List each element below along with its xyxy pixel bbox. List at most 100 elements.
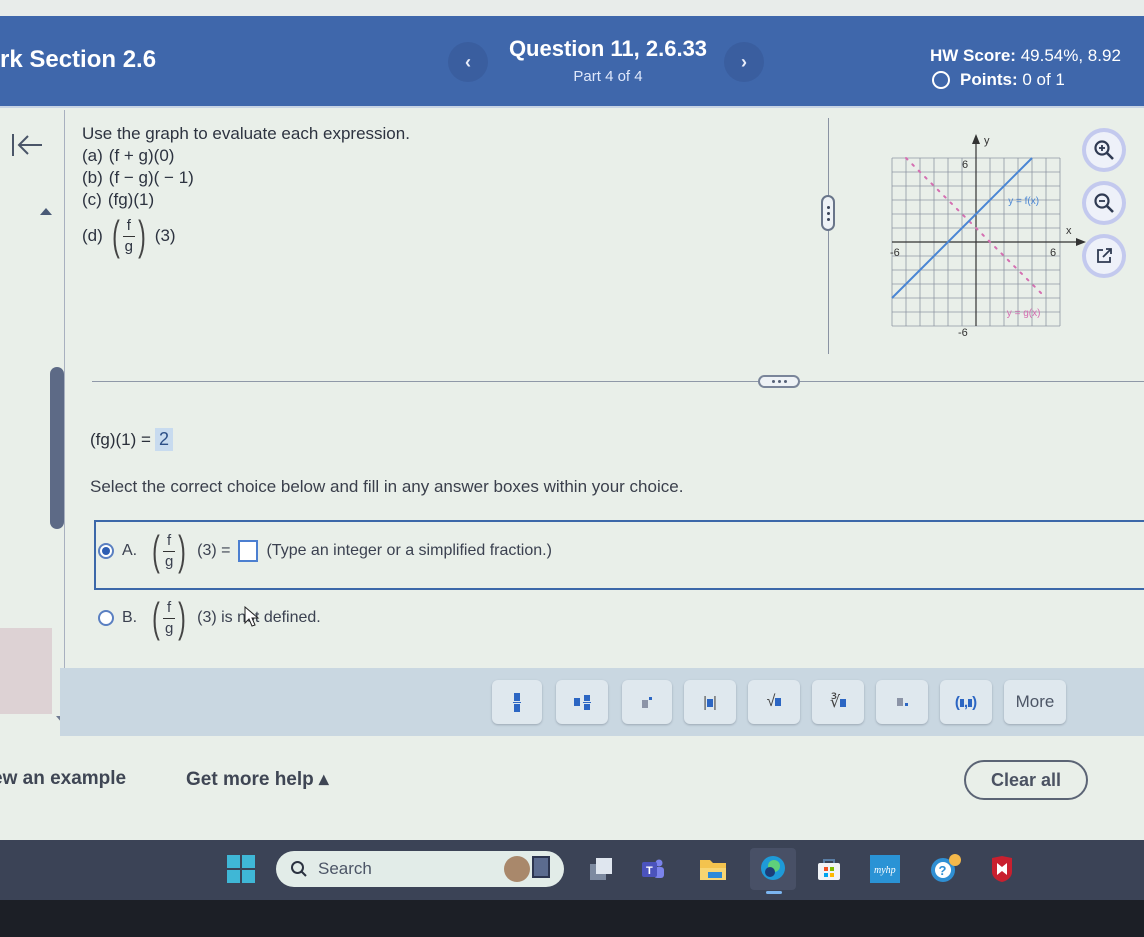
item-expression: (fg)(1)	[107, 190, 155, 209]
x-max-label: 6	[1050, 247, 1056, 259]
choice-letter: A.	[122, 542, 138, 559]
previous-answer: (fg)(1) = 2	[90, 428, 173, 451]
edge-browser-icon	[761, 856, 785, 880]
collapse-panel-icon[interactable]	[10, 130, 44, 168]
teams-button[interactable]: T	[638, 852, 668, 886]
edge-button[interactable]	[750, 848, 796, 890]
task-view-icon	[590, 858, 612, 880]
y-axis-arrow	[972, 134, 980, 144]
fraction: fg	[163, 599, 176, 637]
get-help-button[interactable]: ?	[926, 852, 966, 886]
start-button[interactable]	[224, 852, 258, 886]
more-button[interactable]: More	[1004, 680, 1066, 724]
choice-b[interactable]: B. ( fg ) (3) is not defined.	[98, 597, 321, 639]
fraction-expression: ( fg )	[149, 597, 189, 639]
exponent-icon	[642, 696, 652, 708]
zoom-out-button[interactable]	[1086, 185, 1122, 221]
answer-input[interactable]	[238, 540, 259, 562]
clear-all-button[interactable]: Clear all	[964, 760, 1088, 800]
fraction-button[interactable]	[492, 680, 542, 724]
choice-a-expression: (3) =	[197, 542, 231, 559]
choice-letter: B.	[122, 609, 138, 626]
folder-icon	[700, 860, 726, 880]
pair-close: )	[972, 693, 978, 711]
y-max-label: 6	[962, 159, 968, 171]
view-example-link[interactable]: ew an example	[0, 768, 126, 790]
x-axis-arrow	[1076, 238, 1086, 246]
chevron-left-icon: ‹	[465, 51, 471, 72]
task-view-button[interactable]	[586, 852, 616, 886]
y-axis-label: y	[984, 135, 990, 147]
square-root-button[interactable]: √	[748, 680, 800, 724]
question-item-a: (a) (f + g)(0)	[82, 145, 410, 167]
help-icon: ?	[931, 854, 961, 882]
section-title: rk Section 2.6	[0, 46, 157, 73]
decimal-button[interactable]	[876, 680, 928, 724]
left-paren: (	[111, 212, 120, 259]
popout-button[interactable]	[1086, 238, 1122, 274]
store-button[interactable]	[814, 852, 844, 886]
scrollbar-thumb[interactable]	[50, 367, 64, 529]
item-label: (b)	[82, 168, 103, 187]
horizontal-splitter	[92, 381, 1144, 382]
hw-score: HW Score: 49.54%, 8.92	[930, 46, 1121, 66]
points: Points: 0 of 1	[932, 70, 1065, 90]
left-paren: (	[152, 527, 160, 574]
fraction: fg	[163, 531, 176, 570]
square-root-icon: √	[767, 693, 782, 711]
ordered-pair-button[interactable]: (,)	[940, 680, 992, 724]
x-axis-label: x	[1066, 225, 1072, 237]
fraction-bar	[163, 617, 176, 619]
function-graph: x y -6 6 6 -6 y = f(x) y = g(x)	[890, 134, 1086, 339]
myhp-button[interactable]: myhp	[868, 852, 902, 886]
next-question-button[interactable]: ›	[724, 42, 764, 82]
denominator: g	[164, 552, 174, 570]
item-label: (a)	[82, 146, 103, 165]
nth-root-button[interactable]: ∛	[812, 680, 864, 724]
taskbar-search[interactable]: Search	[276, 851, 564, 887]
abs-bar: |	[713, 693, 717, 711]
left-divider	[64, 110, 65, 730]
search-placeholder: Search	[318, 859, 372, 878]
previous-answer-value: 2	[154, 428, 173, 451]
question-item-b: (b) (f − g)( − 1)	[82, 167, 410, 189]
right-paren: )	[178, 527, 186, 574]
choice-a-radio[interactable]	[98, 543, 114, 559]
svg-text:T: T	[646, 865, 653, 877]
windows-start-icon	[227, 855, 255, 883]
absolute-value-button[interactable]: | |	[684, 680, 736, 724]
item-label: (c)	[82, 190, 102, 209]
item-expression: (f + g)(0)	[108, 146, 175, 165]
question-text: Use the graph to evaluate each expressio…	[82, 123, 410, 257]
mcafee-button[interactable]	[988, 852, 1016, 886]
numerator: f	[167, 531, 172, 549]
taskbar	[0, 840, 1144, 900]
fraction-expression: ( fg )	[109, 215, 149, 257]
zoom-in-icon	[1094, 140, 1114, 160]
ordered-pair-icon: (,)	[954, 693, 978, 711]
fraction-icon	[513, 692, 521, 712]
previous-question-button[interactable]: ‹	[448, 42, 488, 82]
choice-a-hint: (Type an integer or a simplified fractio…	[266, 542, 552, 559]
horizontal-splitter-handle[interactable]	[758, 375, 800, 388]
file-explorer-button[interactable]	[696, 852, 730, 886]
previous-answer-expression: (fg)(1) =	[90, 429, 151, 449]
store-icon	[818, 859, 840, 880]
nth-root-glyph: ∛	[829, 694, 841, 711]
get-more-help-link[interactable]: Get more help ▴	[186, 768, 329, 791]
question-item-c: (c) (fg)(1)	[82, 189, 410, 211]
zoom-in-button[interactable]	[1086, 132, 1122, 168]
choice-b-radio[interactable]	[98, 610, 114, 626]
assignment-header: rk Section 2.6 ‹ Question 11, 2.6.33 Par…	[0, 16, 1144, 108]
exponent-button[interactable]	[622, 680, 672, 724]
external-link-icon	[1097, 248, 1112, 263]
mcafee-shield-icon	[992, 856, 1012, 882]
mouse-cursor-icon	[244, 606, 260, 627]
vertical-splitter-handle[interactable]	[821, 195, 835, 231]
vertical-splitter	[828, 118, 829, 354]
mixed-number-button[interactable]	[556, 680, 608, 724]
scroll-up-arrow[interactable]	[40, 208, 52, 215]
hw-score-label: HW Score:	[930, 46, 1016, 65]
points-label: Points:	[960, 70, 1018, 89]
choice-a[interactable]: A. ( fg ) (3) = (Type an integer or a si…	[98, 530, 552, 572]
